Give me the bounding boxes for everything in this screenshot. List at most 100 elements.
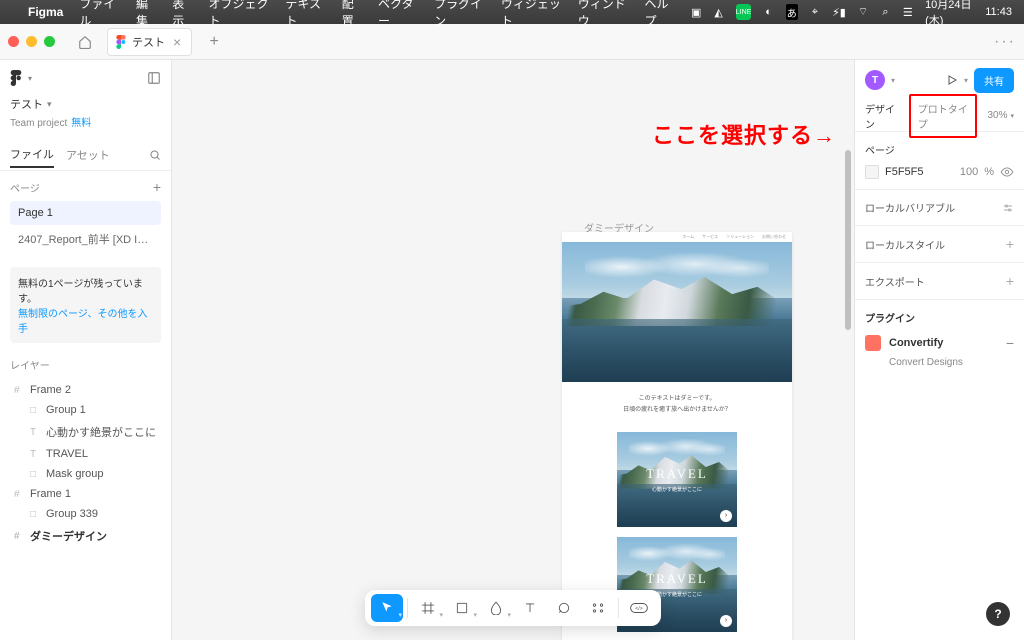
text-tool-button[interactable] (514, 594, 546, 622)
wifi-icon[interactable]: ⌔ (858, 5, 868, 19)
menu-vector[interactable]: ベクター (378, 0, 418, 29)
menu-file[interactable]: ファイル (79, 0, 120, 29)
layer-type-icon: # (14, 385, 24, 396)
play-button[interactable] (946, 74, 958, 86)
color-value[interactable]: F5F5F5 (885, 166, 954, 178)
menu-widget[interactable]: ウィジェット (501, 0, 562, 29)
menubar-date[interactable]: 10月24日(木) (925, 0, 973, 28)
pen-tool-button[interactable]: ▾ (480, 594, 512, 622)
menu-view[interactable]: 表示 (172, 0, 192, 29)
loading-status-icon[interactable]: ◐ (763, 5, 773, 19)
share-button[interactable]: 共有 (974, 68, 1014, 93)
menu-edit[interactable]: 編集 (136, 0, 156, 29)
page-row[interactable]: Page 1 (10, 201, 161, 225)
minimize-window-button[interactable] (26, 36, 37, 47)
bluetooth-icon[interactable]: ⌖ (810, 5, 820, 19)
search-icon[interactable] (149, 149, 161, 161)
shape-tool-button[interactable]: ▾ (446, 594, 478, 622)
battery-icon[interactable]: ⚡︎▮ (832, 5, 846, 19)
card-arrow-button[interactable]: › (720, 615, 732, 627)
export-row[interactable]: エクスポート + (855, 263, 1024, 300)
app-status-icon[interactable]: ◭ (713, 5, 723, 19)
layer-row[interactable]: #Frame 2 (10, 380, 161, 400)
sliders-icon[interactable] (1002, 202, 1014, 214)
page-row[interactable]: 2407_Report_前半 [XD Import] (30-Ju... (10, 225, 161, 253)
upgrade-link[interactable]: 無制限のページ、その他を入手 (18, 309, 148, 335)
control-center-icon[interactable]: ☰ (903, 5, 913, 19)
background-color-row[interactable]: F5F5F5 100 % (865, 165, 1014, 179)
menu-window[interactable]: ウィンドウ (578, 0, 629, 29)
panel-toggle-icon[interactable] (147, 71, 161, 85)
play-chevron-icon[interactable]: ▾ (964, 76, 968, 85)
document-title[interactable]: テスト▾ (0, 96, 171, 114)
add-page-button[interactable]: + (153, 179, 161, 195)
help-button[interactable]: ? (986, 602, 1010, 626)
input-method-icon[interactable]: あ (786, 4, 798, 20)
plus-icon[interactable]: + (1006, 273, 1014, 289)
tab-prototype[interactable]: プロトタイプ (909, 94, 978, 138)
plus-icon[interactable]: + (1006, 236, 1014, 252)
menu-help[interactable]: ヘルプ (645, 0, 675, 29)
tab-file[interactable]: ファイル (10, 142, 54, 168)
layer-name: 心動かす絶景がここに (46, 424, 156, 440)
layer-name: TRAVEL (46, 448, 88, 460)
maximize-window-button[interactable] (44, 36, 55, 47)
frame-tool-button[interactable]: ▾ (412, 594, 444, 622)
left-panel: ▾ テスト▾ Team project無料 ファイル アセット ページ + Pa… (0, 60, 172, 640)
layer-row[interactable]: □Group 1 (10, 400, 161, 420)
avatar[interactable]: T (865, 70, 885, 90)
search-status-icon[interactable]: ⌕ (880, 5, 890, 19)
local-styles-row[interactable]: ローカルスタイル + (855, 226, 1024, 263)
menu-object[interactable]: オブジェクト (209, 0, 270, 29)
layer-row[interactable]: □Group 339 (10, 504, 161, 524)
move-tool-button[interactable]: ▾ (371, 594, 403, 622)
menu-text[interactable]: テキスト (285, 0, 325, 29)
plugin-description[interactable]: Convert Designs (865, 357, 1014, 368)
artboard-dummy-design[interactable]: ホーム サービス ソリューション お問い合わせ このテキストはダミーです。 日頃… (562, 232, 792, 640)
page-section: ページ F5F5F5 100 % (855, 132, 1024, 190)
actions-button[interactable] (582, 594, 614, 622)
layer-row[interactable]: T心動かす絶景がここに (10, 420, 161, 444)
menubar-time[interactable]: 11:43 (985, 6, 1012, 18)
collapse-icon[interactable]: − (1006, 335, 1014, 351)
home-button[interactable] (71, 28, 99, 56)
visibility-toggle-icon[interactable] (1000, 165, 1014, 179)
local-variables-row[interactable]: ローカルバリアブル (855, 190, 1024, 226)
layer-row[interactable]: #ダミーデザイン (10, 524, 161, 548)
color-opacity[interactable]: 100 (960, 166, 978, 178)
color-swatch[interactable] (865, 165, 879, 179)
dev-mode-button[interactable]: </> (623, 594, 655, 622)
page-section-title: ページ (865, 142, 1014, 157)
close-tab-icon[interactable]: × (171, 34, 183, 50)
plugin-row[interactable]: Convertify − (865, 335, 1014, 351)
figma-status-icon[interactable]: ▣ (691, 5, 701, 19)
layers-label: レイヤー (10, 357, 161, 372)
card-arrow-button[interactable]: › (720, 510, 732, 522)
comment-tool-button[interactable] (548, 594, 580, 622)
canvas-scrollbar[interactable] (845, 110, 851, 580)
layer-type-icon: □ (30, 405, 40, 416)
team-name[interactable]: Team project無料 (0, 114, 171, 139)
file-tab[interactable]: テスト × (107, 28, 192, 56)
zoom-control[interactable]: 30%▾ (987, 110, 1014, 121)
tab-assets[interactable]: アセット (66, 143, 110, 167)
layer-row[interactable]: TTRAVEL (10, 444, 161, 464)
layer-type-icon: # (14, 531, 24, 542)
figma-menu-button[interactable]: ▾ (10, 70, 32, 86)
layer-row[interactable]: □Mask group (10, 464, 161, 484)
scrollbar-thumb[interactable] (845, 150, 851, 330)
right-panel: T ▾ ▾ 共有 デザイン プロトタイプ 30%▾ ページ F5F5F5 100 (854, 60, 1024, 640)
avatar-chevron-icon[interactable]: ▾ (891, 76, 895, 85)
tab-design[interactable]: デザイン (865, 101, 899, 131)
menu-plugin[interactable]: プラグイン (434, 0, 485, 29)
floating-toolbar: ▾ ▾ ▾ ▾ (365, 590, 661, 626)
plugin-section-title: プラグイン (865, 310, 1014, 325)
new-tab-button[interactable]: + (200, 28, 228, 56)
window-menu-button[interactable]: ··· (994, 33, 1016, 51)
app-name[interactable]: Figma (28, 5, 63, 19)
menu-arrange[interactable]: 配置 (342, 0, 362, 29)
close-window-button[interactable] (8, 36, 19, 47)
canvas[interactable]: ここを選択する→ ダミーデザイン ホーム サービス ソリューション お問い合わせ… (172, 60, 854, 640)
line-status-icon[interactable]: LINE (736, 4, 752, 20)
layer-row[interactable]: #Frame 1 (10, 484, 161, 504)
